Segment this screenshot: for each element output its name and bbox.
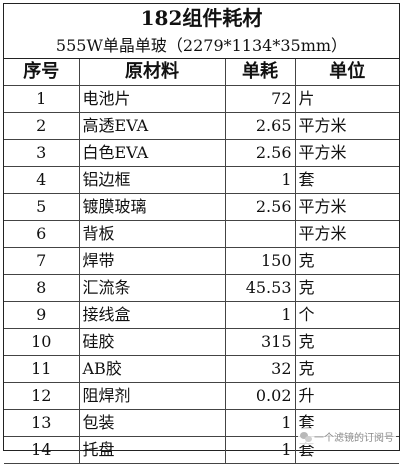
cell-usage: 45.53	[224, 274, 296, 302]
wechat-icon	[300, 431, 312, 442]
cell-seq: 8	[4, 274, 80, 302]
cell-unit: 平方米	[294, 112, 399, 140]
cell-unit: 平方米	[294, 139, 399, 167]
cell-material: 焊带	[78, 247, 226, 275]
cell-usage: 150	[224, 247, 296, 275]
materials-table: 序号 原材料 单耗 单位 1 电池片 72 片 2 高透EVA 2.65 平方米…	[4, 59, 399, 464]
header-usage: 单耗	[224, 59, 296, 86]
cell-material: 镀膜玻璃	[78, 193, 226, 221]
cell-usage: 1	[224, 436, 296, 464]
materials-sheet: 182组件耗材 555W单晶单玻（2279*1134*35mm） 序号 原材料 …	[3, 3, 400, 464]
cell-usage: 1	[224, 409, 296, 437]
cell-seq: 12	[4, 382, 80, 410]
cell-material: 接线盒	[78, 301, 226, 329]
cell-material: 背板	[78, 220, 226, 248]
cell-usage: 32	[224, 355, 296, 383]
cell-unit: 平方米	[294, 193, 399, 221]
table-row: 2 高透EVA 2.65 平方米	[4, 112, 399, 140]
table-row: 12 阻焊剂 0.02 升	[4, 382, 399, 410]
sheet-subtitle: 555W单晶单玻（2279*1134*35mm）	[4, 33, 399, 59]
table-row: 11 AB胶 32 克	[4, 355, 399, 383]
cell-unit: 个	[294, 301, 399, 329]
table-row: 5 镀膜玻璃 2.56 平方米	[4, 193, 399, 221]
cell-material: 电池片	[78, 85, 226, 113]
header-seq: 序号	[4, 59, 80, 86]
table-row: 10 硅胶 315 克	[4, 328, 399, 356]
cell-seq: 1	[4, 85, 80, 113]
header-row: 序号 原材料 单耗 单位	[4, 59, 399, 86]
cell-seq: 4	[4, 166, 80, 194]
sheet-title: 182组件耗材	[140, 6, 263, 30]
table-row: 9 接线盒 1 个	[4, 301, 399, 329]
cell-material: 汇流条	[78, 274, 226, 302]
cell-usage: 72	[224, 85, 296, 113]
cell-material: AB胶	[78, 355, 226, 383]
cell-unit: 片	[294, 85, 399, 113]
cell-unit: 克	[294, 274, 399, 302]
cell-usage: 0.02	[224, 382, 296, 410]
cell-seq: 3	[4, 139, 80, 167]
cell-usage: 1	[224, 166, 296, 194]
cell-seq: 6	[4, 220, 80, 248]
cell-material: 铝边框	[78, 166, 226, 194]
cell-usage: 2.56	[224, 139, 296, 167]
cell-unit: 套	[294, 166, 399, 194]
table-row: 8 汇流条 45.53 克	[4, 274, 399, 302]
cell-material: 阻焊剂	[78, 382, 226, 410]
table-row: 3 白色EVA 2.56 平方米	[4, 139, 399, 167]
cell-unit: 克	[294, 328, 399, 356]
cell-usage: 1	[224, 301, 296, 329]
header-material: 原材料	[78, 59, 226, 86]
watermark: 一个滤镜的订阅号	[298, 428, 396, 445]
cell-material: 托盘	[78, 436, 226, 464]
table-row: 4 铝边框 1 套	[4, 166, 399, 194]
cell-usage: 2.65	[224, 112, 296, 140]
watermark-text: 一个滤镜的订阅号	[314, 433, 394, 444]
cell-usage	[224, 220, 296, 248]
cell-seq: 13	[4, 409, 80, 437]
cell-seq: 7	[4, 247, 80, 275]
cell-usage: 315	[224, 328, 296, 356]
cell-seq: 14	[4, 436, 80, 464]
cell-unit: 克	[294, 355, 399, 383]
table-row: 7 焊带 150 克	[4, 247, 399, 275]
cell-material: 白色EVA	[78, 139, 226, 167]
table-row: 6 背板 平方米	[4, 220, 399, 248]
cell-seq: 10	[4, 328, 80, 356]
cell-seq: 9	[4, 301, 80, 329]
header-unit: 单位	[294, 59, 399, 86]
cell-seq: 2	[4, 112, 80, 140]
cell-material: 高透EVA	[78, 112, 226, 140]
cell-unit: 平方米	[294, 220, 399, 248]
cell-unit: 升	[294, 382, 399, 410]
cell-material: 包装	[78, 409, 226, 437]
cell-seq: 11	[4, 355, 80, 383]
cell-usage: 2.56	[224, 193, 296, 221]
table-row: 1 电池片 72 片	[4, 85, 399, 113]
cell-material: 硅胶	[78, 328, 226, 356]
cell-seq: 5	[4, 193, 80, 221]
cell-unit: 克	[294, 247, 399, 275]
